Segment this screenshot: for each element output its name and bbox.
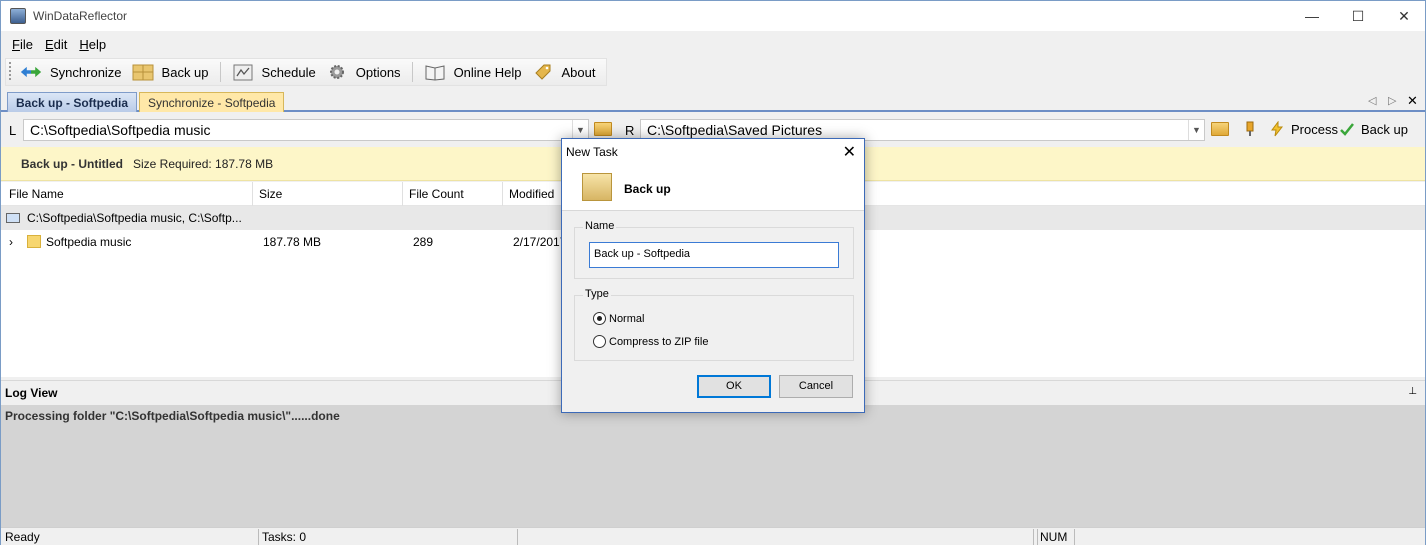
radio-normal-indicator[interactable] bbox=[593, 312, 606, 325]
log-message: Processing folder "C:\Softpedia\Softpedi… bbox=[5, 409, 340, 423]
name-group: Name Back up - Softpedia bbox=[574, 220, 854, 279]
task-title: Back up - Untitled bbox=[21, 157, 124, 171]
expand-chevron-icon[interactable]: › bbox=[9, 235, 13, 249]
status-ready: Ready bbox=[5, 530, 40, 544]
menu-edit[interactable]: Edit bbox=[45, 37, 67, 52]
log-area: Processing folder "C:\Softpedia\Softpedi… bbox=[1, 405, 1425, 527]
process-button[interactable]: Process bbox=[1269, 121, 1338, 137]
log-view-title: Log View bbox=[5, 386, 58, 400]
tag-icon bbox=[532, 63, 554, 81]
tab-synchronize-softpedia[interactable]: Synchronize - Softpedia bbox=[139, 92, 285, 112]
toolbar: Synchronize Back up Schedule Options Onl… bbox=[5, 58, 608, 86]
radio-zip-indicator[interactable] bbox=[593, 335, 606, 348]
schedule-icon bbox=[232, 63, 254, 81]
tab-next-icon[interactable]: ▷ bbox=[1388, 94, 1396, 107]
col-file-name[interactable]: File Name bbox=[9, 187, 64, 201]
radio-normal[interactable]: Normal bbox=[593, 312, 644, 325]
drive-icon bbox=[6, 213, 20, 223]
type-group-label: Type bbox=[583, 288, 611, 300]
tab-prev-icon[interactable]: ◁ bbox=[1368, 94, 1376, 107]
row-count: 289 bbox=[413, 235, 434, 249]
chevron-down-icon[interactable]: ▼ bbox=[572, 120, 588, 140]
toolbar-separator bbox=[411, 62, 413, 82]
size-required: Size Required: 187.78 MB bbox=[133, 157, 274, 171]
book-icon bbox=[424, 63, 446, 81]
type-group: Type Normal Compress to ZIP file bbox=[574, 288, 854, 361]
gear-icon bbox=[326, 63, 348, 81]
task-tabs: Back up - Softpedia Synchronize - Softpe… bbox=[1, 90, 1425, 112]
menu-help[interactable]: Help bbox=[79, 37, 106, 52]
tab-backup-softpedia[interactable]: Back up - Softpedia bbox=[7, 92, 138, 112]
right-side-label: R bbox=[625, 123, 635, 138]
title-bar: WinDataReflector — ☐ ✕ bbox=[1, 1, 1425, 31]
folder-icon bbox=[27, 235, 41, 248]
task-name-input[interactable]: Back up - Softpedia bbox=[589, 242, 839, 268]
check-icon bbox=[1340, 123, 1354, 136]
right-folder-icon[interactable] bbox=[1211, 122, 1229, 136]
row-modified: 2/17/2017 bbox=[513, 235, 567, 249]
maximize-button[interactable]: ☐ bbox=[1335, 1, 1381, 31]
sync-arrows-icon bbox=[20, 63, 42, 81]
about-button[interactable]: About bbox=[527, 59, 601, 85]
window-title: WinDataReflector bbox=[33, 9, 128, 23]
status-tasks: Tasks: 0 bbox=[262, 530, 307, 544]
col-modified[interactable]: Modified bbox=[509, 187, 554, 201]
status-num: NUM bbox=[1040, 530, 1068, 544]
marker-icon bbox=[1246, 121, 1254, 136]
dialog-header-title: Back up bbox=[624, 182, 671, 196]
online-help-button[interactable]: Online Help bbox=[419, 59, 527, 85]
run-backup-button[interactable]: Back up bbox=[1339, 121, 1408, 137]
left-side-label: L bbox=[9, 123, 17, 138]
marker-button[interactable] bbox=[1244, 121, 1256, 137]
menu-file[interactable]: File bbox=[12, 37, 33, 52]
app-icon bbox=[10, 8, 26, 24]
radio-compress-zip[interactable]: Compress to ZIP file bbox=[593, 335, 708, 348]
backup-box-icon bbox=[582, 173, 612, 201]
name-group-label: Name bbox=[583, 220, 617, 232]
left-path-combo[interactable]: C:\Softpedia\Softpedia music ▼ bbox=[23, 119, 589, 141]
backup-button[interactable]: Back up bbox=[127, 59, 214, 85]
dialog-close-icon[interactable]: ✕ bbox=[843, 142, 856, 162]
options-button[interactable]: Options bbox=[321, 59, 406, 85]
backup-box-icon bbox=[132, 63, 154, 81]
dialog-title: New Task bbox=[566, 145, 618, 159]
minimize-button[interactable]: — bbox=[1289, 1, 1335, 31]
row-size: 187.78 MB bbox=[263, 235, 322, 249]
tab-close-icon[interactable]: ✕ bbox=[1407, 93, 1418, 109]
col-file-count[interactable]: File Count bbox=[409, 187, 464, 201]
left-folder-icon[interactable] bbox=[594, 122, 612, 136]
lightning-icon bbox=[1271, 121, 1284, 137]
schedule-button[interactable]: Schedule bbox=[227, 59, 321, 85]
dialog-title-bar: New Task ✕ bbox=[562, 139, 864, 167]
cancel-button[interactable]: Cancel bbox=[779, 375, 853, 398]
synchronize-button[interactable]: Synchronize bbox=[15, 59, 127, 85]
dialog-header: Back up bbox=[562, 167, 864, 211]
menu-bar: File Edit Help bbox=[1, 31, 1425, 57]
new-task-dialog: New Task ✕ Back up Name Back up - Softpe… bbox=[561, 138, 865, 413]
close-button[interactable]: ✕ bbox=[1381, 1, 1426, 31]
col-size[interactable]: Size bbox=[259, 187, 282, 201]
status-bar: Ready Tasks: 0 NUM bbox=[1, 527, 1425, 545]
chevron-down-icon[interactable]: ▼ bbox=[1188, 120, 1204, 140]
row-name: Softpedia music bbox=[46, 235, 132, 249]
toolbar-grip[interactable] bbox=[9, 62, 11, 82]
pin-icon[interactable]: ⊥ bbox=[1408, 386, 1417, 397]
toolbar-separator bbox=[219, 62, 221, 82]
ok-button[interactable]: OK bbox=[697, 375, 771, 398]
